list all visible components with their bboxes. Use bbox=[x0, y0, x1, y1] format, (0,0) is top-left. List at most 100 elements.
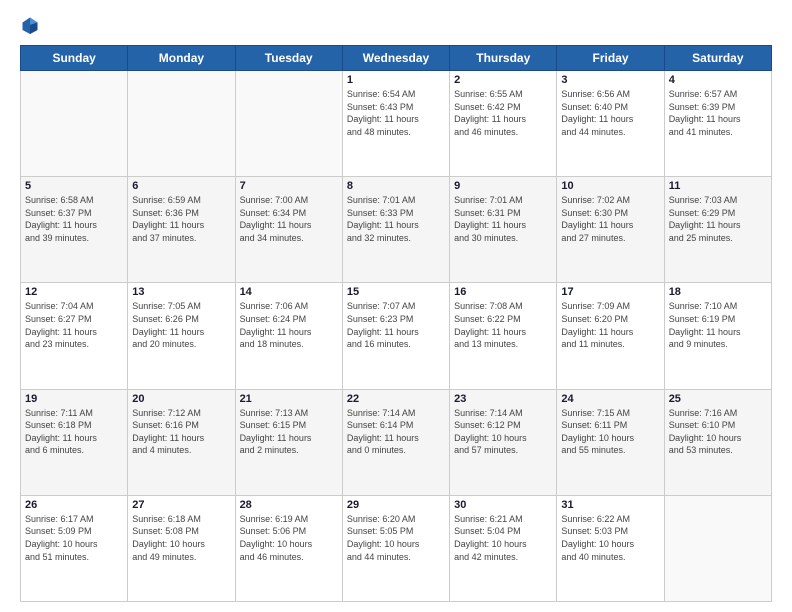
day-info: Sunrise: 6:55 AM Sunset: 6:42 PM Dayligh… bbox=[454, 88, 552, 138]
day-number: 16 bbox=[454, 286, 552, 298]
day-number: 12 bbox=[25, 286, 123, 298]
calendar-day-cell: 13 Sunrise: 7:05 AM Sunset: 6:26 PM Dayli… bbox=[128, 283, 235, 389]
day-number: 23 bbox=[454, 393, 552, 405]
calendar-table: SundayMondayTuesdayWednesdayThursdayFrid… bbox=[20, 45, 772, 602]
day-info: Sunrise: 7:05 AM Sunset: 6:26 PM Dayligh… bbox=[132, 300, 230, 350]
day-info: Sunrise: 6:57 AM Sunset: 6:39 PM Dayligh… bbox=[669, 88, 767, 138]
day-number: 26 bbox=[25, 499, 123, 511]
day-info: Sunrise: 6:19 AM Sunset: 5:06 PM Dayligh… bbox=[240, 513, 338, 563]
day-info: Sunrise: 7:13 AM Sunset: 6:15 PM Dayligh… bbox=[240, 407, 338, 457]
day-of-week-header: Wednesday bbox=[342, 46, 449, 71]
day-info: Sunrise: 6:59 AM Sunset: 6:36 PM Dayligh… bbox=[132, 194, 230, 244]
header bbox=[20, 15, 772, 35]
day-number: 15 bbox=[347, 286, 445, 298]
day-info: Sunrise: 7:12 AM Sunset: 6:16 PM Dayligh… bbox=[132, 407, 230, 457]
day-info: Sunrise: 6:54 AM Sunset: 6:43 PM Dayligh… bbox=[347, 88, 445, 138]
day-info: Sunrise: 7:07 AM Sunset: 6:23 PM Dayligh… bbox=[347, 300, 445, 350]
calendar-day-cell: 2 Sunrise: 6:55 AM Sunset: 6:42 PM Daylig… bbox=[450, 71, 557, 177]
day-of-week-header: Monday bbox=[128, 46, 235, 71]
day-info: Sunrise: 6:22 AM Sunset: 5:03 PM Dayligh… bbox=[561, 513, 659, 563]
day-info: Sunrise: 7:01 AM Sunset: 6:31 PM Dayligh… bbox=[454, 194, 552, 244]
day-of-week-header: Sunday bbox=[21, 46, 128, 71]
day-of-week-header: Thursday bbox=[450, 46, 557, 71]
day-number: 1 bbox=[347, 74, 445, 86]
day-info: Sunrise: 7:03 AM Sunset: 6:29 PM Dayligh… bbox=[669, 194, 767, 244]
day-number: 20 bbox=[132, 393, 230, 405]
calendar-day-cell: 1 Sunrise: 6:54 AM Sunset: 6:43 PM Daylig… bbox=[342, 71, 449, 177]
day-number: 13 bbox=[132, 286, 230, 298]
page: SundayMondayTuesdayWednesdayThursdayFrid… bbox=[0, 0, 792, 612]
day-info: Sunrise: 6:17 AM Sunset: 5:09 PM Dayligh… bbox=[25, 513, 123, 563]
day-info: Sunrise: 7:14 AM Sunset: 6:12 PM Dayligh… bbox=[454, 407, 552, 457]
day-number: 11 bbox=[669, 180, 767, 192]
day-info: Sunrise: 6:58 AM Sunset: 6:37 PM Dayligh… bbox=[25, 194, 123, 244]
day-info: Sunrise: 6:20 AM Sunset: 5:05 PM Dayligh… bbox=[347, 513, 445, 563]
day-info: Sunrise: 7:01 AM Sunset: 6:33 PM Dayligh… bbox=[347, 194, 445, 244]
day-number: 22 bbox=[347, 393, 445, 405]
day-number: 8 bbox=[347, 180, 445, 192]
calendar-day-cell: 27 Sunrise: 6:18 AM Sunset: 5:08 PM Dayli… bbox=[128, 495, 235, 601]
calendar-day-cell: 23 Sunrise: 7:14 AM Sunset: 6:12 PM Dayli… bbox=[450, 389, 557, 495]
day-number: 30 bbox=[454, 499, 552, 511]
day-number: 21 bbox=[240, 393, 338, 405]
day-number: 31 bbox=[561, 499, 659, 511]
calendar-week-row: 5Sunrise: 6:58 AM Sunset: 6:37 PM Daylig… bbox=[21, 177, 772, 283]
day-number: 18 bbox=[669, 286, 767, 298]
calendar-week-row: 1 Sunrise: 6:54 AM Sunset: 6:43 PM Daylig… bbox=[21, 71, 772, 177]
calendar-week-row: 19 Sunrise: 7:11 AM Sunset: 6:18 PM Dayli… bbox=[21, 389, 772, 495]
day-info: Sunrise: 7:15 AM Sunset: 6:11 PM Dayligh… bbox=[561, 407, 659, 457]
day-number: 4 bbox=[669, 74, 767, 86]
calendar-day-cell: 9 Sunrise: 7:01 AM Sunset: 6:31 PM Daylig… bbox=[450, 177, 557, 283]
logo bbox=[20, 15, 44, 35]
day-number: 28 bbox=[240, 499, 338, 511]
day-info: Sunrise: 7:00 AM Sunset: 6:34 PM Dayligh… bbox=[240, 194, 338, 244]
day-number: 14 bbox=[240, 286, 338, 298]
day-number: 9 bbox=[454, 180, 552, 192]
day-info: Sunrise: 7:14 AM Sunset: 6:14 PM Dayligh… bbox=[347, 407, 445, 457]
day-info: Sunrise: 7:04 AM Sunset: 6:27 PM Dayligh… bbox=[25, 300, 123, 350]
calendar-day-cell: 18 Sunrise: 7:10 AM Sunset: 6:19 PM Dayli… bbox=[664, 283, 771, 389]
calendar-day-cell: 3Sunrise: 6:56 AM Sunset: 6:40 PM Daylig… bbox=[557, 71, 664, 177]
calendar-day-cell: 24Sunrise: 7:15 AM Sunset: 6:11 PM Dayli… bbox=[557, 389, 664, 495]
calendar-day-cell: 15 Sunrise: 7:07 AM Sunset: 6:23 PM Dayli… bbox=[342, 283, 449, 389]
calendar-day-cell: 22 Sunrise: 7:14 AM Sunset: 6:14 PM Dayli… bbox=[342, 389, 449, 495]
day-info: Sunrise: 7:06 AM Sunset: 6:24 PM Dayligh… bbox=[240, 300, 338, 350]
calendar-day-cell: 29 Sunrise: 6:20 AM Sunset: 5:05 PM Dayli… bbox=[342, 495, 449, 601]
calendar-week-row: 12 Sunrise: 7:04 AM Sunset: 6:27 PM Dayli… bbox=[21, 283, 772, 389]
calendar-empty-cell bbox=[128, 71, 235, 177]
day-of-week-header: Tuesday bbox=[235, 46, 342, 71]
calendar-day-cell: 25Sunrise: 7:16 AM Sunset: 6:10 PM Dayli… bbox=[664, 389, 771, 495]
day-number: 27 bbox=[132, 499, 230, 511]
day-info: Sunrise: 7:08 AM Sunset: 6:22 PM Dayligh… bbox=[454, 300, 552, 350]
calendar-day-cell: 8 Sunrise: 7:01 AM Sunset: 6:33 PM Daylig… bbox=[342, 177, 449, 283]
calendar-day-cell: 20 Sunrise: 7:12 AM Sunset: 6:16 PM Dayli… bbox=[128, 389, 235, 495]
calendar-day-cell: 14 Sunrise: 7:06 AM Sunset: 6:24 PM Dayli… bbox=[235, 283, 342, 389]
day-number: 17 bbox=[561, 286, 659, 298]
calendar-day-cell: 5Sunrise: 6:58 AM Sunset: 6:37 PM Daylig… bbox=[21, 177, 128, 283]
day-info: Sunrise: 6:21 AM Sunset: 5:04 PM Dayligh… bbox=[454, 513, 552, 563]
day-number: 29 bbox=[347, 499, 445, 511]
calendar-day-cell: 12 Sunrise: 7:04 AM Sunset: 6:27 PM Dayli… bbox=[21, 283, 128, 389]
day-info: Sunrise: 7:10 AM Sunset: 6:19 PM Dayligh… bbox=[669, 300, 767, 350]
calendar-week-row: 26 Sunrise: 6:17 AM Sunset: 5:09 PM Dayli… bbox=[21, 495, 772, 601]
calendar-day-cell: 31 Sunrise: 6:22 AM Sunset: 5:03 PM Dayli… bbox=[557, 495, 664, 601]
calendar-day-cell: 7 Sunrise: 7:00 AM Sunset: 6:34 PM Daylig… bbox=[235, 177, 342, 283]
logo-icon bbox=[20, 15, 40, 35]
day-info: Sunrise: 6:18 AM Sunset: 5:08 PM Dayligh… bbox=[132, 513, 230, 563]
calendar-day-cell: 16 Sunrise: 7:08 AM Sunset: 6:22 PM Dayli… bbox=[450, 283, 557, 389]
day-number: 6 bbox=[132, 180, 230, 192]
day-info: Sunrise: 7:02 AM Sunset: 6:30 PM Dayligh… bbox=[561, 194, 659, 244]
day-info: Sunrise: 7:16 AM Sunset: 6:10 PM Dayligh… bbox=[669, 407, 767, 457]
day-number: 2 bbox=[454, 74, 552, 86]
calendar-day-cell: 26 Sunrise: 6:17 AM Sunset: 5:09 PM Dayli… bbox=[21, 495, 128, 601]
day-number: 19 bbox=[25, 393, 123, 405]
day-number: 7 bbox=[240, 180, 338, 192]
calendar-day-cell: 21 Sunrise: 7:13 AM Sunset: 6:15 PM Dayli… bbox=[235, 389, 342, 495]
calendar-day-cell: 17Sunrise: 7:09 AM Sunset: 6:20 PM Dayli… bbox=[557, 283, 664, 389]
calendar-header-row: SundayMondayTuesdayWednesdayThursdayFrid… bbox=[21, 46, 772, 71]
calendar-day-cell: 30 Sunrise: 6:21 AM Sunset: 5:04 PM Dayli… bbox=[450, 495, 557, 601]
calendar-day-cell: 19 Sunrise: 7:11 AM Sunset: 6:18 PM Dayli… bbox=[21, 389, 128, 495]
calendar-day-cell: 28 Sunrise: 6:19 AM Sunset: 5:06 PM Dayli… bbox=[235, 495, 342, 601]
day-info: Sunrise: 7:11 AM Sunset: 6:18 PM Dayligh… bbox=[25, 407, 123, 457]
day-number: 10 bbox=[561, 180, 659, 192]
